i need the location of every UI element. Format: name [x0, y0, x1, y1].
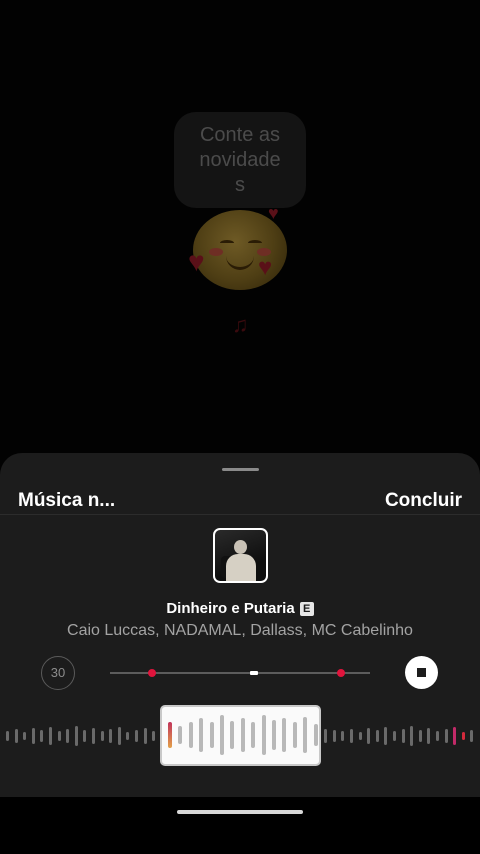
music-bottom-sheet: Música n... Concluir Dinheiro e Putaria E… — [0, 453, 480, 854]
heart-icon: ♥ — [268, 203, 279, 223]
stop-icon — [417, 668, 426, 677]
waveform-bar — [453, 727, 457, 745]
selected-waveform-bar — [209, 722, 214, 748]
note-line-1: Conte as — [199, 124, 281, 146]
explicit-badge: E — [299, 602, 314, 616]
waveform-bar — [367, 728, 371, 744]
waveform-bar — [135, 730, 138, 742]
waveform-bar — [444, 729, 448, 743]
song-title-row: Dinheiro e Putaria E — [0, 600, 480, 617]
waveform-bar — [126, 732, 130, 740]
note-line-3: s — [235, 174, 245, 196]
waveform-bar — [31, 728, 35, 744]
selected-waveform-bar — [251, 722, 256, 748]
waveform-bar — [83, 730, 87, 742]
sheet-title: Música n... — [18, 490, 116, 511]
note-line-2: novidade — [199, 149, 281, 171]
waveform-bar — [57, 731, 61, 741]
home-indicator[interactable] — [177, 810, 303, 814]
waveform-bar — [324, 729, 328, 743]
waveform-bar — [341, 731, 345, 741]
waveform-bar — [117, 727, 121, 745]
selected-waveform-bar — [199, 718, 204, 752]
waveform-bar — [470, 730, 474, 742]
selected-waveform-bar — [261, 715, 266, 755]
stop-button[interactable] — [405, 656, 438, 689]
waveform-bar — [40, 730, 44, 742]
selected-waveform-bar — [292, 722, 297, 748]
waveform-bar — [14, 729, 18, 743]
waveform-bar — [350, 729, 353, 743]
marker-dot — [337, 669, 345, 677]
selected-waveform-bar — [220, 715, 224, 755]
selected-waveform-bar — [168, 722, 172, 748]
waveform-bar — [418, 730, 422, 742]
lyrics-progress-track[interactable] — [110, 669, 370, 677]
music-note-icon: ♫ — [232, 312, 249, 337]
divider — [0, 514, 480, 515]
waveform-bar — [461, 732, 465, 740]
waveform-bar — [6, 731, 9, 741]
playhead-marker — [250, 671, 258, 675]
waveform-bar — [358, 732, 362, 740]
clip-duration-button[interactable]: 30 — [41, 656, 75, 690]
waveform-bar — [427, 728, 431, 744]
artist-names: Caio Luccas, NADAMAL, Dallass, MC Cabeli… — [67, 622, 413, 639]
waveform-bar — [74, 726, 78, 746]
heart-icon: ♥ — [188, 246, 205, 277]
waveform-bar — [23, 732, 27, 740]
heart-icon: ♥ — [258, 254, 273, 281]
marker-dot — [148, 669, 156, 677]
done-button[interactable]: Concluir — [385, 490, 462, 512]
selected-waveform-bar — [282, 718, 287, 752]
waveform-bar — [375, 730, 379, 742]
song-title: Dinheiro e Putaria — [166, 600, 295, 617]
note-bubble[interactable]: Conte as novidade s — [174, 112, 306, 208]
waveform-bar — [92, 728, 95, 744]
waveform-bar — [49, 727, 52, 745]
bottom-bar — [0, 797, 480, 854]
waveform-bar — [393, 731, 396, 741]
clip-selection-window[interactable] — [160, 705, 321, 766]
story-preview: Conte as novidade s ♥ ♥ ♥ ♫ — [0, 0, 480, 470]
waveform-bar — [143, 728, 147, 744]
selected-waveform-bar — [272, 720, 276, 750]
waveform-bar — [332, 730, 336, 742]
waveform-bar — [152, 731, 156, 741]
waveform-bar — [436, 731, 439, 741]
selected-waveform-bar — [303, 717, 308, 753]
selected-waveform-bar — [178, 726, 183, 744]
album-cover — [213, 528, 268, 583]
selected-waveform-bar — [313, 724, 318, 746]
waveform-bar — [66, 729, 70, 743]
waveform-bar — [384, 727, 388, 745]
selected-waveform-bar — [240, 718, 245, 752]
sheet-grabber-handle[interactable] — [222, 468, 259, 471]
selected-waveform-bar — [230, 721, 235, 749]
waveform-bar — [410, 726, 414, 746]
waveform-bar — [401, 729, 405, 743]
waveform-bar — [100, 731, 104, 741]
selected-waveform-bar — [188, 722, 193, 748]
waveform-bar — [109, 729, 113, 743]
